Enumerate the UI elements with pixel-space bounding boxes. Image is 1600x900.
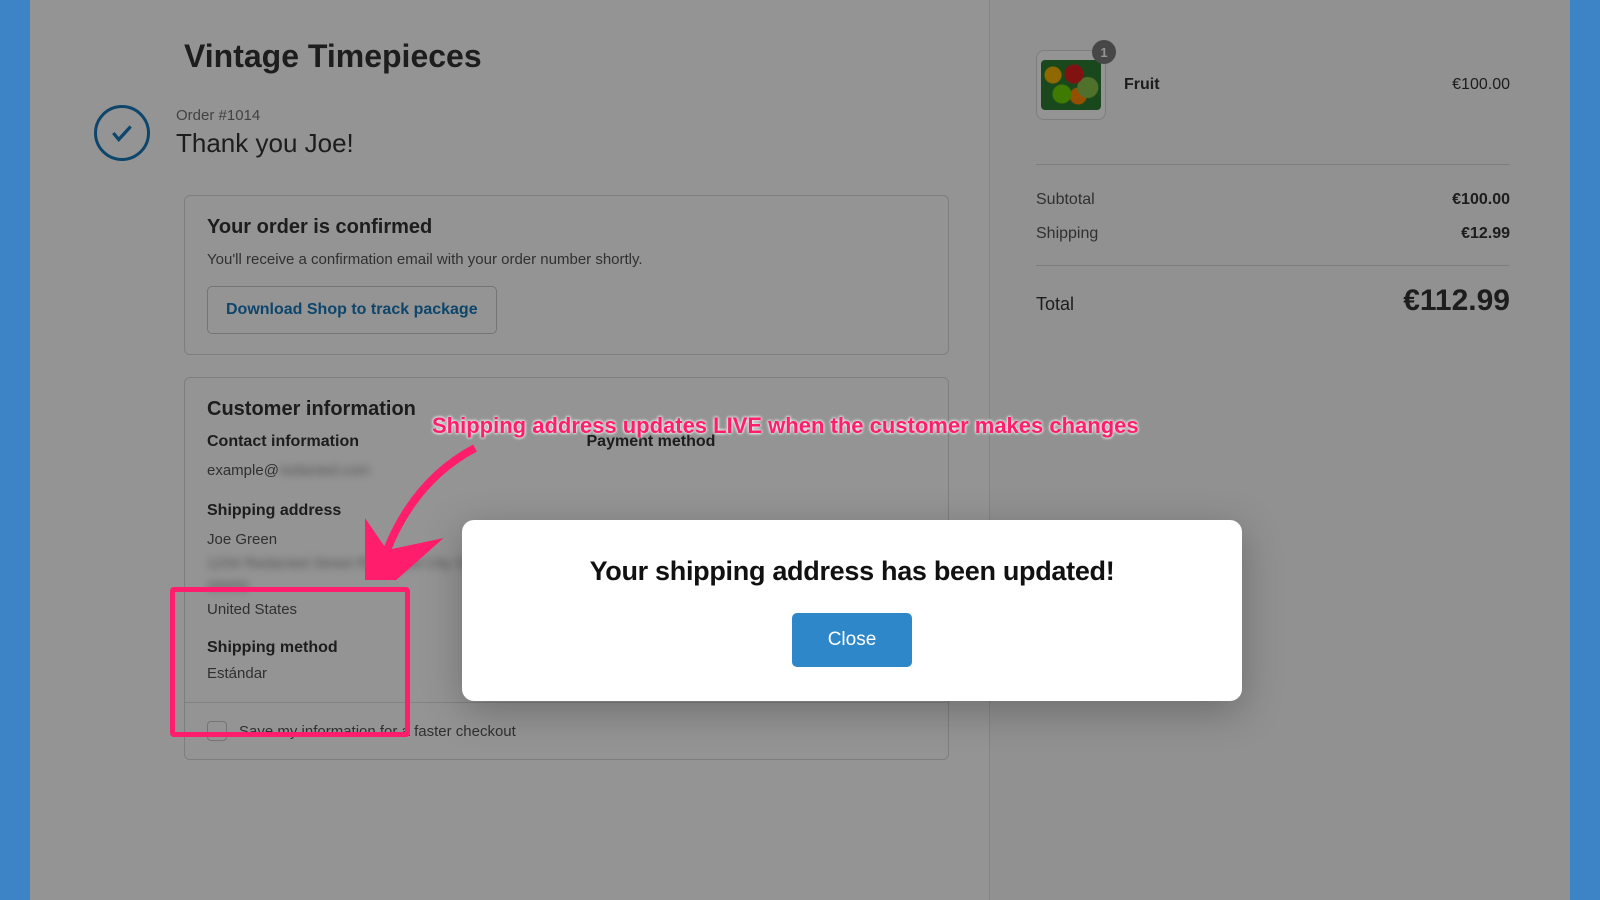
app-stage: Vintage Timepieces Order #1014 Thank you…	[30, 0, 1570, 900]
modal-title: Your shipping address has been updated!	[492, 556, 1212, 587]
annotation-text: Shipping address updates LIVE when the c…	[432, 413, 1139, 439]
dim-overlay	[30, 0, 1570, 900]
close-button[interactable]: Close	[792, 613, 913, 667]
address-updated-modal: Your shipping address has been updated! …	[462, 520, 1242, 701]
